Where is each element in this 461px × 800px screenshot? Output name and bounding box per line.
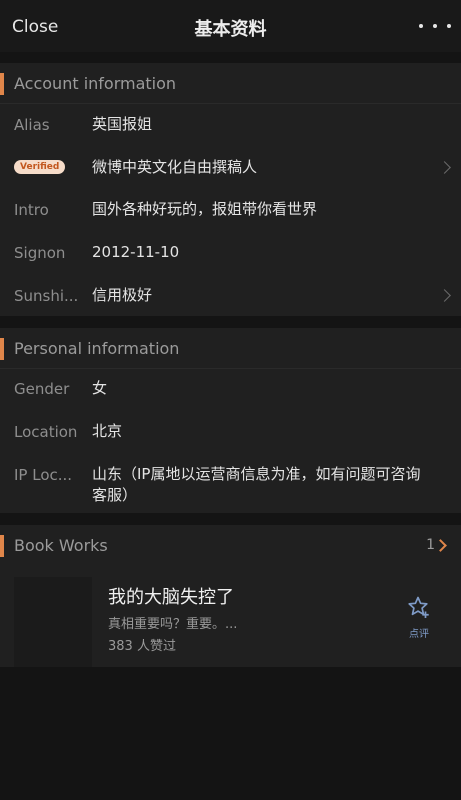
alias-row: Alias 英国报姐 [0, 103, 461, 145]
location-label: Location [14, 423, 78, 441]
more-icon[interactable] [419, 14, 451, 38]
ip-location-label: IP Loc... [14, 466, 73, 484]
chevron-right-icon [438, 289, 451, 302]
ip-location-value: 山东（IP属地以运营商信息为准，如有问题可咨询客服） [92, 465, 421, 504]
ip-location-row: IP Loc... 山东（IP属地以运营商信息为准，如有问题可咨询客服） [0, 454, 461, 513]
nav-bar: Close 基本资料 [0, 0, 461, 52]
section-accent-bar [0, 73, 4, 95]
star-plus-icon [408, 596, 429, 618]
location-row: Location 北京 [0, 410, 461, 454]
intro-label: Intro [14, 201, 49, 219]
book-description: 真相重要吗？重要。... [108, 617, 238, 632]
location-value: 北京 [92, 422, 123, 440]
book-cover [14, 577, 92, 667]
sunshine-label: Sunshi... [14, 287, 79, 305]
review-button[interactable]: 点评 [398, 595, 440, 643]
verified-value: 微博中英文化自由撰稿人 [92, 158, 258, 176]
signon-label: Signon [14, 244, 66, 262]
section-accent-bar [0, 338, 4, 360]
gender-label: Gender [14, 380, 70, 398]
account-info-section: Account information Alias 英国报姐 Verified … [0, 63, 461, 316]
signon-row: Signon 2012-11-10 [0, 231, 461, 273]
gender-row: Gender 女 [0, 368, 461, 410]
book-works-header[interactable]: Book Works 1 [0, 525, 461, 565]
personal-info-section: Personal information Gender 女 Location 北… [0, 328, 461, 513]
alias-value: 英国报姐 [92, 115, 153, 133]
section-header: Account information [0, 63, 461, 104]
section-title: Personal information [14, 339, 180, 358]
section-title: Account information [14, 74, 177, 93]
verified-row[interactable]: Verified 微博中英文化自由撰稿人 [0, 145, 461, 189]
section-accent-bar [0, 535, 4, 557]
signon-value: 2012-11-10 [92, 243, 180, 261]
section-header: Personal information [0, 328, 461, 369]
book-title: 我的大脑失控了 [108, 587, 234, 608]
page-title: 基本资料 [194, 19, 267, 40]
chevron-right-icon [434, 539, 447, 552]
review-label: 点评 [409, 629, 429, 640]
gender-value: 女 [92, 379, 108, 397]
sunshine-value: 信用极好 [92, 286, 153, 304]
book-likes: 383 人赞过 [108, 639, 176, 654]
section-title: Book Works [14, 536, 108, 555]
chevron-right-icon [438, 161, 451, 174]
intro-value: 国外各种好玩的，报姐带你看世界 [92, 200, 318, 218]
book-works-section: Book Works 1 我的大脑失控了 真相重要吗？重要。... 383 人赞… [0, 525, 461, 667]
verified-badge: Verified [14, 160, 66, 174]
alias-label: Alias [14, 116, 50, 134]
sunshine-credit-row[interactable]: Sunshi... 信用极好 [0, 273, 461, 316]
intro-row: Intro 国外各种好玩的，报姐带你看世界 [0, 189, 461, 231]
